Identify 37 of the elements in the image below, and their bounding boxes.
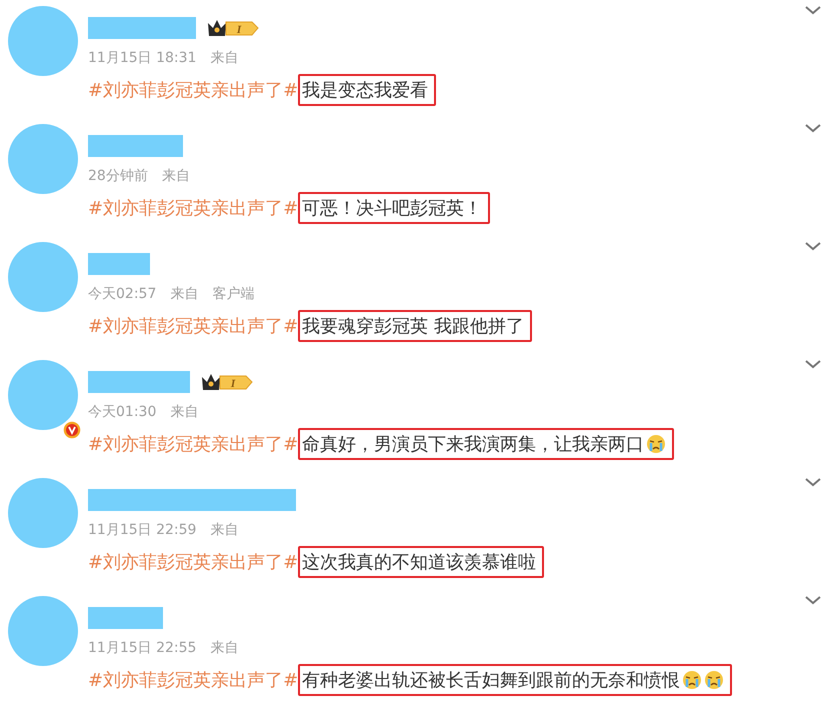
comment-time: 今天02:57 (88, 285, 156, 303)
source-label: 来自 (170, 285, 198, 303)
source-label: 来自 (170, 403, 198, 421)
crying-emoji-icon (646, 434, 666, 454)
chevron-down-icon[interactable] (804, 122, 822, 134)
comment-text: 可恶！决斗吧彭冠英！ (298, 192, 490, 224)
comment-time: 11月15日 18:31 (88, 49, 196, 67)
comment-text: 有种老婆出轨还被长舌妇舞到跟前的无奈和愤恨 (298, 664, 732, 696)
username-redaction (88, 253, 150, 275)
hashtag-link[interactable]: #刘亦菲彭冠英亲出声了# (88, 78, 298, 102)
crying-emoji-icon (704, 670, 724, 690)
client-name: 客户端 (212, 285, 254, 303)
hashtag-link[interactable]: #刘亦菲彭冠英亲出声了# (88, 668, 298, 692)
comment-text: 命真好，男演员下来我演两集，让我亲两口 (298, 428, 674, 460)
chevron-down-icon[interactable] (804, 240, 822, 252)
comment-text: 我是变态我爱看 (298, 74, 436, 106)
crying-emoji-icon (682, 670, 702, 690)
hashtag-link[interactable]: #刘亦菲彭冠英亲出声了# (88, 314, 298, 338)
source-label: 来自 (210, 521, 238, 539)
source-label: 来自 (162, 167, 190, 185)
comment-time: 11月15日 22:59 (88, 521, 196, 539)
chevron-down-icon[interactable] (804, 4, 822, 16)
hashtag-link[interactable]: #刘亦菲彭冠英亲出声了# (88, 196, 298, 220)
comment-time: 今天01:30 (88, 403, 156, 421)
comment-text: 我要魂穿彭冠英 我跟他拼了 (298, 310, 532, 342)
hashtag-link[interactable]: #刘亦菲彭冠英亲出声了# (88, 432, 298, 456)
source-label: 来自 (210, 49, 238, 67)
chevron-down-icon[interactable] (804, 358, 822, 370)
comment-time: 11月15日 22:55 (88, 639, 196, 657)
member-crown-badge: I (200, 371, 254, 393)
chevron-down-icon[interactable] (804, 594, 822, 606)
source-label: 来自 (210, 639, 238, 657)
chevron-down-icon[interactable] (804, 476, 822, 488)
comment-time: 28分钟前 (88, 167, 148, 185)
member-crown-badge: I (206, 17, 260, 39)
comment-text: 这次我真的不知道该羡慕谁啦 (298, 546, 544, 578)
hashtag-link[interactable]: #刘亦菲彭冠英亲出声了# (88, 550, 298, 574)
